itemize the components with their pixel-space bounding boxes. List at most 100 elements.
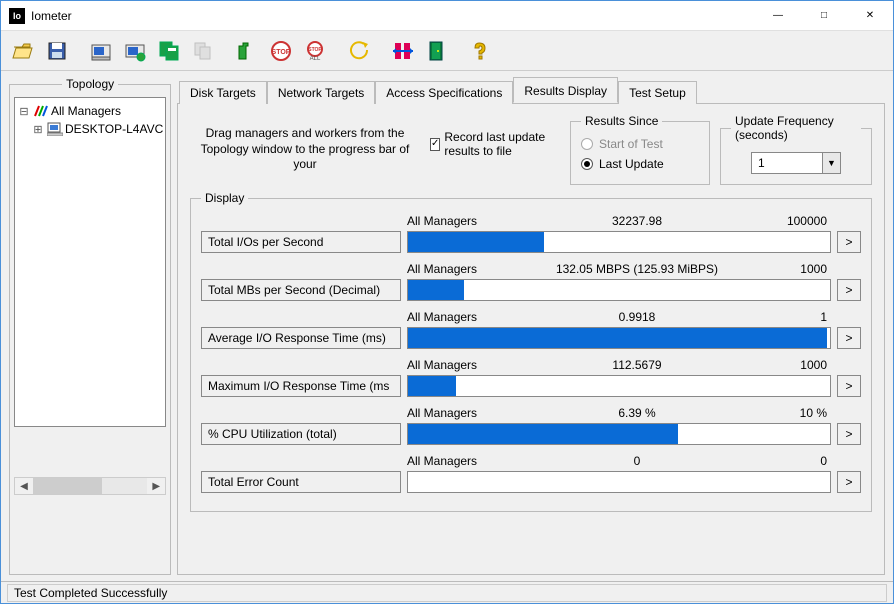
metric-label-button[interactable]: % CPU Utilization (total) <box>201 423 401 445</box>
new-worker-net-button[interactable] <box>119 35 151 67</box>
minimize-button[interactable]: — <box>755 1 801 31</box>
metric-more-button[interactable]: > <box>837 231 861 253</box>
tab-results-display: Drag managers and workers from the Topol… <box>177 103 885 575</box>
metric-max: 1 <box>737 310 831 324</box>
stop-all-button[interactable]: STOP ALL <box>299 35 331 67</box>
reset-workers-icon <box>348 40 370 62</box>
tab-access-specifications[interactable]: Access Specifications <box>375 81 513 104</box>
tab-network-targets[interactable]: Network Targets <box>267 81 375 104</box>
metric-row: All Managers112.56791000Maximum I/O Resp… <box>201 357 861 397</box>
record-label: Record last update results to file <box>444 130 560 159</box>
metric-more-button[interactable]: > <box>837 375 861 397</box>
metric-source: All Managers <box>407 310 537 324</box>
scroll-left-icon[interactable]: ◀ <box>15 481 33 492</box>
new-worker-net-icon <box>124 40 146 62</box>
svg-text:STOP: STOP <box>272 49 291 56</box>
metric-progress-bar[interactable] <box>407 279 831 301</box>
statusbar: Test Completed Successfully <box>1 581 893 603</box>
metric-more-button[interactable]: > <box>837 327 861 349</box>
display-group: Display All Managers32237.98100000Total … <box>190 191 872 512</box>
metric-label-button[interactable]: Total I/Os per Second <box>201 231 401 253</box>
metric-value: 0.9918 <box>537 310 737 324</box>
new-worker-disk-icon <box>90 40 112 62</box>
tab-test-setup[interactable]: Test Setup <box>618 81 697 104</box>
tab-results-display[interactable]: Results Display <box>513 77 618 103</box>
main-panel: Disk TargetsNetwork TargetsAccess Specif… <box>177 77 885 575</box>
metric-label-button[interactable]: Maximum I/O Response Time (ms <box>201 375 401 397</box>
align-button[interactable] <box>387 35 419 67</box>
scroll-right-icon[interactable]: ▶ <box>147 481 165 492</box>
radio-last-update[interactable]: Last Update <box>581 154 699 174</box>
metric-value: 32237.98 <box>537 214 737 228</box>
start-tests-button[interactable] <box>231 35 263 67</box>
instructions-text: Drag managers and workers from the Topol… <box>190 114 420 173</box>
collapse-icon[interactable]: ⊟ <box>17 105 31 118</box>
update-frequency-title: Update Frequency (seconds) <box>731 114 861 142</box>
record-checkbox-row[interactable]: ✓ Record last update results to file <box>430 114 560 159</box>
metric-more-button[interactable]: > <box>837 423 861 445</box>
metric-progress-bar[interactable] <box>407 375 831 397</box>
metric-max: 1000 <box>737 358 831 372</box>
topology-tree[interactable]: ⊟ All Managers ⊞ DESKTOP-L4AVC <box>14 97 166 427</box>
align-icon <box>392 40 414 62</box>
tree-root[interactable]: ⊟ All Managers <box>17 102 163 120</box>
results-since-title: Results Since <box>581 114 662 128</box>
tab-disk-targets[interactable]: Disk Targets <box>179 81 267 104</box>
metric-more-button[interactable]: > <box>837 279 861 301</box>
update-frequency-combo[interactable]: 1 ▼ <box>751 152 841 174</box>
duplicate-worker-button[interactable] <box>153 35 185 67</box>
metric-row: All Managers0.99181 Average I/O Response … <box>201 309 861 349</box>
save-button[interactable] <box>41 35 73 67</box>
metric-label-button[interactable]: Total Error Count <box>201 471 401 493</box>
metric-source: All Managers <box>407 454 537 468</box>
new-worker-disk-button[interactable] <box>85 35 117 67</box>
tree-root-label: All Managers <box>51 104 121 118</box>
radio-last-icon[interactable] <box>581 158 593 170</box>
about-button[interactable] <box>465 35 497 67</box>
copy-worker-button <box>187 35 219 67</box>
metric-max: 100000 <box>737 214 831 228</box>
svg-text:ALL: ALL <box>310 56 321 62</box>
app-icon: Io <box>9 8 25 24</box>
radio-start-icon <box>581 138 593 150</box>
stop-all-icon: STOP ALL <box>304 40 326 62</box>
tree-child[interactable]: ⊞ DESKTOP-L4AVC <box>17 120 163 138</box>
open-button[interactable] <box>7 35 39 67</box>
metric-max: 1000 <box>737 262 831 276</box>
metric-value: 0 <box>537 454 737 468</box>
metric-progress-bar[interactable] <box>407 423 831 445</box>
metric-row: All Managers6.39 %10 %% CPU Utilization … <box>201 405 861 445</box>
metric-row: All Managers32237.98100000 Total I/Os per… <box>201 213 861 253</box>
close-button[interactable]: ✕ <box>847 1 893 31</box>
results-since-group: Results Since Start of Test Last Update <box>570 114 710 185</box>
chevron-down-icon[interactable]: ▼ <box>822 153 840 173</box>
titlebar: Io Iometer — □ ✕ <box>1 1 893 31</box>
stop-current-button[interactable]: STOP <box>265 35 297 67</box>
tree-child-label: DESKTOP-L4AVC <box>65 122 163 136</box>
metric-max: 0 <box>737 454 831 468</box>
start-tests-icon <box>236 40 258 62</box>
expand-icon[interactable]: ⊞ <box>31 123 45 136</box>
tab-strip: Disk TargetsNetwork TargetsAccess Specif… <box>177 77 885 103</box>
metric-label-button[interactable]: Total MBs per Second (Decimal) <box>201 279 401 301</box>
metric-max: 10 % <box>737 406 831 420</box>
metric-progress-bar[interactable] <box>407 471 831 493</box>
exit-button[interactable] <box>421 35 453 67</box>
topology-title: Topology <box>62 77 118 91</box>
metric-progress-bar[interactable] <box>407 231 831 253</box>
svg-text:STOP: STOP <box>308 47 322 53</box>
reset-workers-button[interactable] <box>343 35 375 67</box>
metric-more-button[interactable]: > <box>837 471 861 493</box>
metric-row: All Managers00Total Error Count> <box>201 453 861 493</box>
computer-icon <box>47 122 63 136</box>
record-checkbox[interactable]: ✓ <box>430 138 440 151</box>
topology-panel: Topology ⊟ All Managers ⊞ DE <box>9 77 171 575</box>
topology-hscroll[interactable]: ◀ ▶ <box>14 477 166 495</box>
metric-source: All Managers <box>407 214 537 228</box>
open-icon <box>12 40 34 62</box>
scroll-thumb[interactable] <box>33 478 102 494</box>
metric-progress-bar[interactable] <box>407 327 831 349</box>
maximize-button[interactable]: □ <box>801 1 847 31</box>
metric-source: All Managers <box>407 406 537 420</box>
metric-label-button[interactable]: Average I/O Response Time (ms) <box>201 327 401 349</box>
